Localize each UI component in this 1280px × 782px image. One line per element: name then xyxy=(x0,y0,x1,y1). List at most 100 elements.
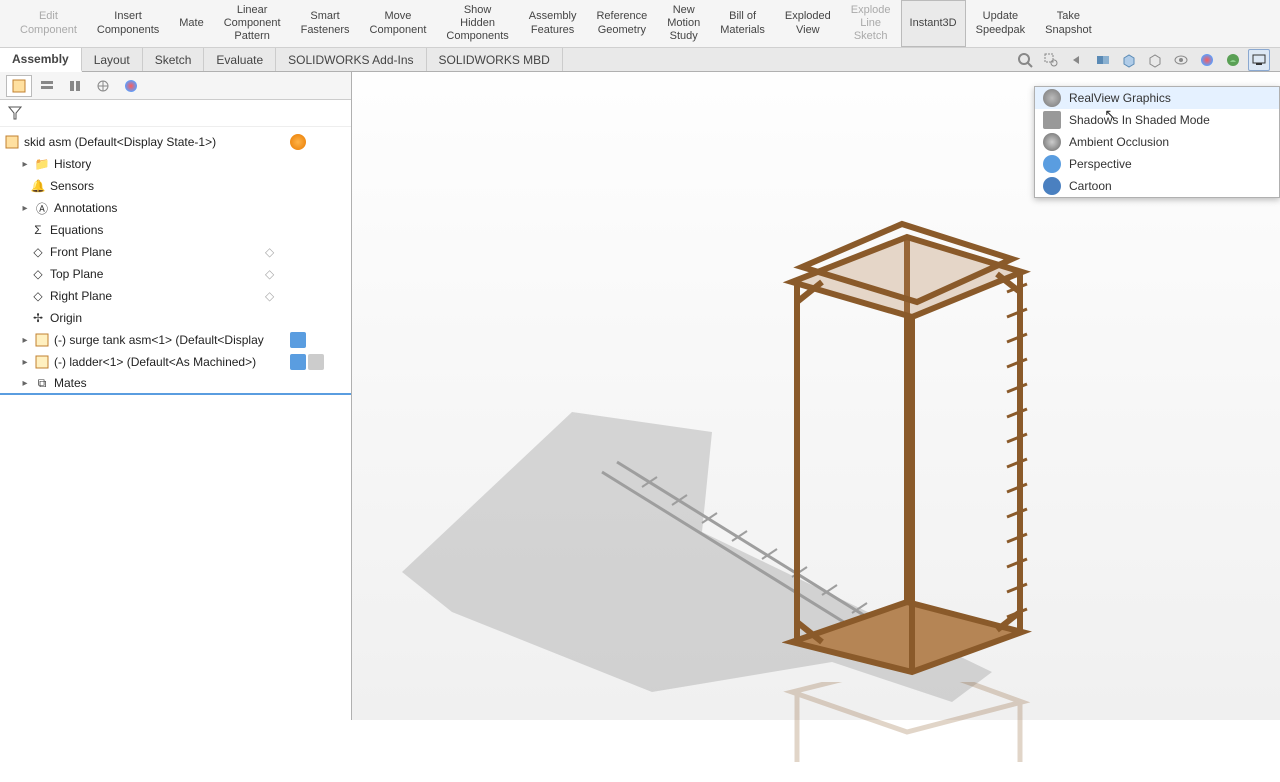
tree-sensors[interactable]: 🔔 Sensors xyxy=(0,175,351,197)
tree-front-plane[interactable]: ◇ Front Plane ◇ xyxy=(0,241,351,263)
display-manager-tab[interactable] xyxy=(118,75,144,97)
reference-geometry-btn[interactable]: Reference Geometry xyxy=(586,0,657,47)
part-icon xyxy=(34,354,50,370)
insert-components-btn[interactable]: Insert Components xyxy=(87,0,169,47)
show-hidden-btn[interactable]: Show Hidden Components xyxy=(436,0,518,47)
tree-equations[interactable]: Σ Equations xyxy=(0,219,351,241)
tree-label: (-) surge tank asm<1> (Default<Display S… xyxy=(54,333,264,347)
tab-addins[interactable]: SOLIDWORKS Add-Ins xyxy=(276,48,426,71)
perspective-item[interactable]: Perspective xyxy=(1035,153,1279,175)
plane-icon: ◇ xyxy=(30,288,46,304)
edit-appearance-icon[interactable] xyxy=(1196,49,1218,71)
feature-tree: skid asm (Default<Display State-1>) ▸ 📁 … xyxy=(0,127,351,720)
visibility-icon[interactable]: ◇ xyxy=(265,289,274,303)
menu-label: Perspective xyxy=(1069,157,1132,171)
ambient-icon xyxy=(1043,133,1061,151)
expand-icon[interactable]: ▸ xyxy=(20,335,30,346)
mate-btn[interactable]: Mate xyxy=(169,0,213,47)
menu-label: Shadows In Shaded Mode xyxy=(1069,113,1210,127)
skid-frame-model[interactable] xyxy=(782,152,1032,682)
feature-manager-panel: skid asm (Default<Display State-1>) ▸ 📁 … xyxy=(0,72,352,720)
tree-right-plane[interactable]: ◇ Right Plane ◇ xyxy=(0,285,351,307)
apply-scene-icon[interactable] xyxy=(1222,49,1244,71)
tree-filter-row xyxy=(0,100,351,127)
folder-icon: 📁 xyxy=(34,156,50,172)
assembly-icon xyxy=(4,134,20,150)
expand-icon[interactable]: ▸ xyxy=(20,378,30,389)
edit-component-btn[interactable]: Edit Component xyxy=(10,0,87,47)
tab-mbd[interactable]: SOLIDWORKS MBD xyxy=(427,48,563,71)
tree-label: Right Plane xyxy=(50,289,112,303)
cartoon-item[interactable]: Cartoon xyxy=(1035,175,1279,197)
instant3d-btn[interactable]: Instant3D xyxy=(901,0,966,47)
tab-layout[interactable]: Layout xyxy=(82,48,143,71)
tree-top-plane[interactable]: ◇ Top Plane ◇ xyxy=(0,263,351,285)
update-speedpak-btn[interactable]: Update Speedpak xyxy=(966,0,1036,47)
visibility-icon[interactable]: ◇ xyxy=(265,245,274,259)
mates-icon: ⧉ xyxy=(34,375,50,391)
new-motion-study-btn[interactable]: New Motion Study xyxy=(657,0,710,47)
ribbon-toolbar: Edit Component Insert Components Mate Li… xyxy=(0,0,1280,48)
envelope-icon[interactable] xyxy=(290,354,306,370)
plane-icon: ◇ xyxy=(30,244,46,260)
previous-view-icon[interactable] xyxy=(1066,49,1088,71)
exploded-view-btn[interactable]: Exploded View xyxy=(775,0,841,47)
tree-label: Annotations xyxy=(54,201,117,215)
tree-label: Origin xyxy=(50,311,82,325)
shadows-icon xyxy=(1043,111,1061,129)
shadows-item[interactable]: Shadows In Shaded Mode xyxy=(1035,109,1279,131)
command-tabs: Assembly Layout Sketch Evaluate SOLIDWOR… xyxy=(0,48,1280,72)
tree-origin[interactable]: ✢ Origin xyxy=(0,307,351,329)
smart-fasteners-btn[interactable]: Smart Fasteners xyxy=(291,0,360,47)
hide-show-icon[interactable] xyxy=(1170,49,1192,71)
edit-icon[interactable] xyxy=(308,354,324,370)
take-snapshot-btn[interactable]: Take Snapshot xyxy=(1035,0,1101,47)
tree-mates[interactable]: ▸ ⧉ Mates xyxy=(0,373,351,395)
tab-evaluate[interactable]: Evaluate xyxy=(204,48,276,71)
tree-label: Sensors xyxy=(50,179,94,193)
ambient-occlusion-item[interactable]: Ambient Occlusion xyxy=(1035,131,1279,153)
tab-assembly[interactable]: Assembly xyxy=(0,48,82,72)
view-hud-toolbar xyxy=(1014,48,1270,72)
section-view-icon[interactable] xyxy=(1092,49,1114,71)
realview-graphics-item[interactable]: RealView Graphics xyxy=(1035,87,1279,109)
visibility-icon[interactable]: ◇ xyxy=(265,267,274,281)
view-settings-icon[interactable] xyxy=(1248,49,1270,71)
view-orientation-icon[interactable] xyxy=(1118,49,1140,71)
tab-sketch[interactable]: Sketch xyxy=(143,48,205,71)
move-component-btn[interactable]: Move Component xyxy=(360,0,437,47)
tree-label: Equations xyxy=(50,223,103,237)
appearance-badge-icon[interactable] xyxy=(290,134,306,150)
menu-label: Cartoon xyxy=(1069,179,1112,193)
expand-icon[interactable]: ▸ xyxy=(20,203,30,214)
display-style-icon[interactable] xyxy=(1144,49,1166,71)
dimxpert-tab[interactable] xyxy=(90,75,116,97)
configuration-tab[interactable] xyxy=(62,75,88,97)
zoom-to-fit-icon[interactable] xyxy=(1014,49,1036,71)
expand-icon[interactable]: ▸ xyxy=(20,357,30,368)
menu-label: Ambient Occlusion xyxy=(1069,135,1169,149)
filter-icon[interactable] xyxy=(6,104,24,122)
zoom-area-icon[interactable] xyxy=(1040,49,1062,71)
property-manager-tab[interactable] xyxy=(34,75,60,97)
realview-icon xyxy=(1043,89,1061,107)
perspective-icon xyxy=(1043,155,1061,173)
fm-tree-tab[interactable] xyxy=(6,75,32,97)
tree-surge-tank[interactable]: ▸ (-) surge tank asm<1> (Default<Display… xyxy=(0,329,351,351)
tree-root[interactable]: skid asm (Default<Display State-1>) xyxy=(0,131,351,153)
tree-annotations[interactable]: ▸ Ⓐ Annotations xyxy=(0,197,351,219)
origin-icon: ✢ xyxy=(30,310,46,326)
annotations-icon: Ⓐ xyxy=(34,200,50,216)
assembly-features-btn[interactable]: Assembly Features xyxy=(519,0,587,47)
component-pattern-btn[interactable]: Linear Component Pattern xyxy=(214,0,291,47)
expand-icon[interactable]: ▸ xyxy=(20,159,30,170)
explode-line-sketch-btn[interactable]: Explode Line Sketch xyxy=(841,0,901,47)
tree-label: History xyxy=(54,157,91,171)
mouse-cursor: ↖ xyxy=(1104,106,1116,123)
cartoon-icon xyxy=(1043,177,1061,195)
tree-history[interactable]: ▸ 📁 History xyxy=(0,153,351,175)
bill-of-materials-btn[interactable]: Bill of Materials xyxy=(710,0,775,47)
equations-icon: Σ xyxy=(30,222,46,238)
envelope-icon[interactable] xyxy=(290,332,306,348)
tree-ladder[interactable]: ▸ (-) ladder<1> (Default<As Machined>) xyxy=(0,351,351,373)
